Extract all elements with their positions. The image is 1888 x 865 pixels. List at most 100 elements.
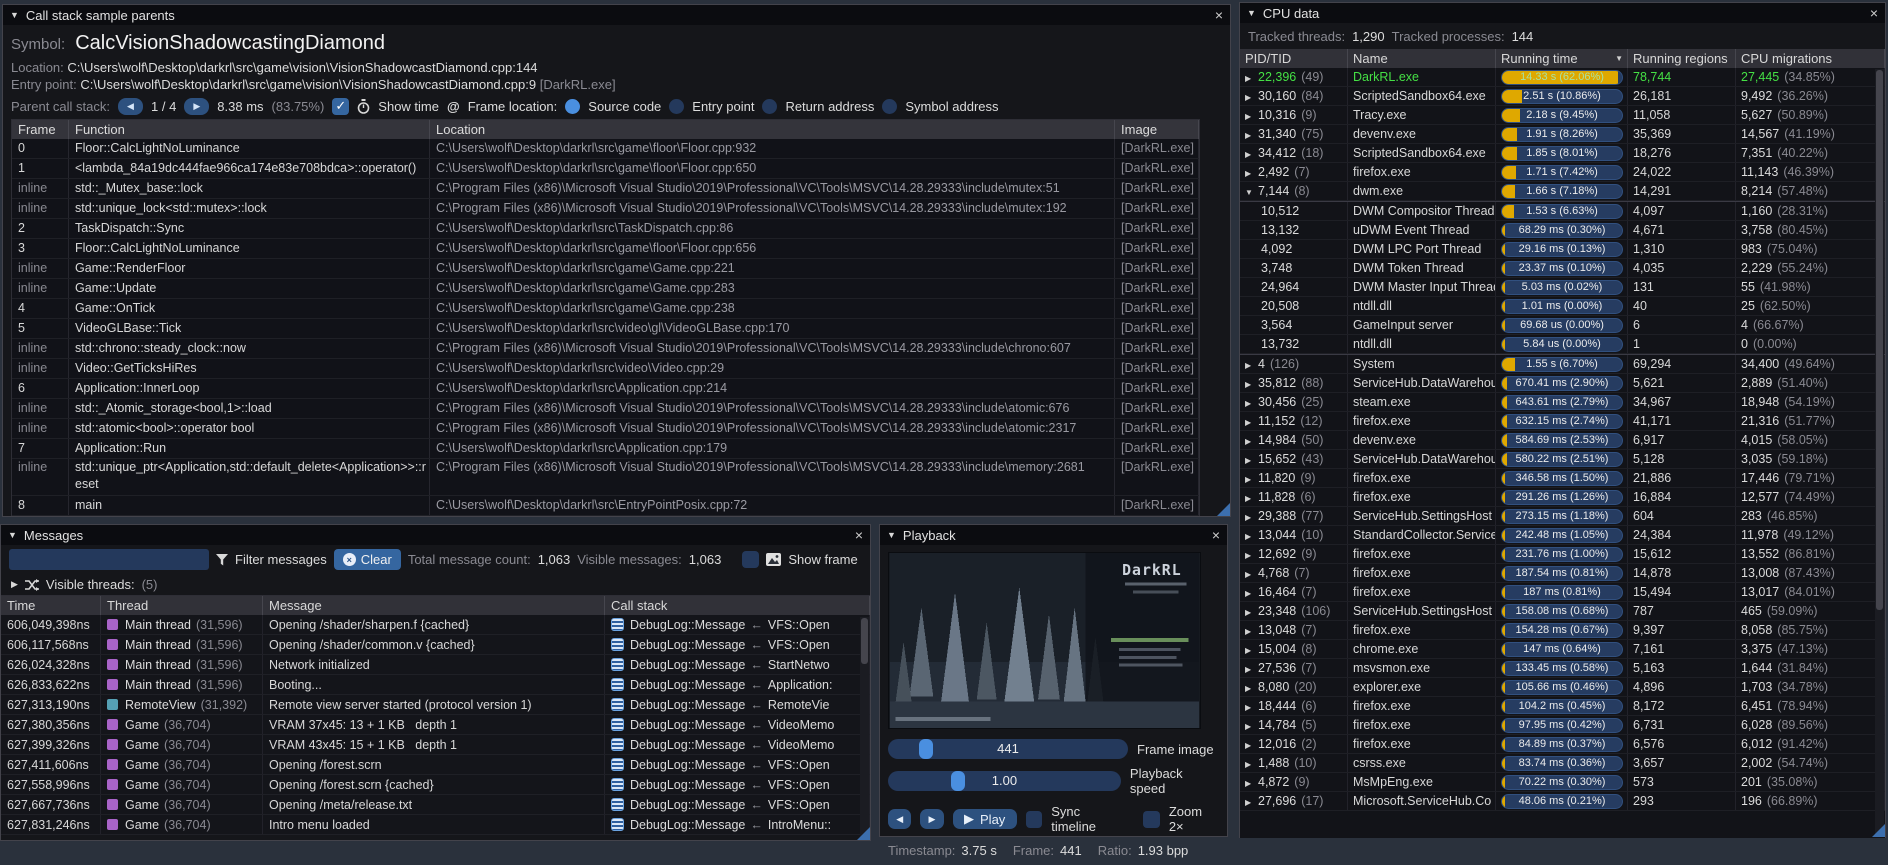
column-header-frame[interactable]: Frame bbox=[12, 120, 69, 139]
expand-icon[interactable]: ▶ bbox=[1245, 126, 1258, 143]
expand-icon[interactable]: ▶ bbox=[1245, 736, 1258, 753]
callstack-row[interactable]: 6Application::InnerLoopC:\Users\wolf\Des… bbox=[12, 379, 1199, 399]
sync-timeline-label[interactable]: Sync timeline bbox=[1051, 804, 1126, 834]
cpu-row[interactable]: 20,508ntdll.dll1.01 ms (0.00%)4025(62.50… bbox=[1240, 297, 1885, 316]
cpu-row[interactable]: 3,564GameInput server69.68 us (0.00%)64(… bbox=[1240, 316, 1885, 335]
radio-symbol-address[interactable] bbox=[882, 99, 897, 114]
resize-grip-icon[interactable] bbox=[1872, 824, 1885, 837]
messages-titlebar[interactable]: ▼ Messages × bbox=[1, 525, 870, 545]
close-icon[interactable]: × bbox=[1215, 8, 1223, 22]
callstack-list-icon[interactable] bbox=[611, 758, 624, 771]
expand-icon[interactable]: ▶ bbox=[1245, 546, 1258, 563]
expand-icon[interactable]: ▶ bbox=[1245, 527, 1258, 544]
cpu-row[interactable]: ▶11,828(6)firefox.exe291.26 ms (1.26%)16… bbox=[1240, 488, 1885, 507]
expand-icon[interactable]: ▶ bbox=[1245, 413, 1258, 430]
cpu-row[interactable]: ▶31,340(75)devenv.exe1.91 s (8.26%)35,36… bbox=[1240, 125, 1885, 144]
messages-scrollbar[interactable] bbox=[860, 617, 869, 839]
zoom-2x-checkbox[interactable] bbox=[1143, 811, 1160, 828]
cpu-row[interactable]: ▶13,048(7)firefox.exe154.28 ms (0.67%)9,… bbox=[1240, 621, 1885, 640]
resize-grip-icon[interactable] bbox=[1217, 503, 1230, 516]
cpu-row[interactable]: ▶2,492(7)firefox.exe1.71 s (7.42%)24,022… bbox=[1240, 163, 1885, 182]
cpu-row[interactable]: ▶8,080(20)explorer.exe105.66 ms (0.46%)4… bbox=[1240, 678, 1885, 697]
cpu-row[interactable]: ▶22,396(49)DarkRL.exe14.33 s (62.06%)78,… bbox=[1240, 68, 1885, 87]
cpu-row[interactable]: ▶12,016(2)firefox.exe84.89 ms (0.37%)6,5… bbox=[1240, 735, 1885, 754]
next-callstack-button[interactable]: ▶ bbox=[184, 98, 209, 115]
expand-icon[interactable]: ▶ bbox=[1245, 470, 1258, 487]
callstack-row[interactable]: 4Game::OnTickC:\Users\wolf\Desktop\darkr… bbox=[12, 299, 1199, 319]
show-time-checkbox[interactable]: ✓ bbox=[332, 98, 349, 115]
close-icon[interactable]: × bbox=[1212, 528, 1220, 542]
cpu-scrollbar-thumb[interactable] bbox=[1876, 70, 1883, 610]
entry-point-value[interactable]: C:\Users\wolf\Desktop\darkrl\src\game\vi… bbox=[80, 77, 536, 92]
cpu-row[interactable]: 24,964DWM Master Input Thread5.03 ms (0.… bbox=[1240, 278, 1885, 297]
callstack-row[interactable]: inlineGame::RenderFloorC:\Users\wolf\Des… bbox=[12, 259, 1199, 279]
message-callstack[interactable]: DebugLog::Message←VFS::Open bbox=[605, 635, 870, 654]
radio-return-address-label[interactable]: Return address bbox=[785, 99, 874, 114]
callstack-row[interactable]: inlineVideo::GetTicksHiResC:\Users\wolf\… bbox=[12, 359, 1199, 379]
column-header-location[interactable]: Location bbox=[430, 120, 1115, 139]
collapse-icon[interactable]: ▼ bbox=[10, 10, 19, 20]
play-button[interactable]: ▶ Play bbox=[953, 809, 1017, 829]
cpu-row[interactable]: 13,732ntdll.dll5.84 us (0.00%)10(0.00%) bbox=[1240, 335, 1885, 354]
expand-icon[interactable]: ▶ bbox=[1245, 717, 1258, 734]
message-callstack[interactable]: DebugLog::Message←VideoMemo bbox=[605, 735, 870, 754]
show-frame-label[interactable]: Show frame bbox=[788, 552, 857, 567]
callstack-list-icon[interactable] bbox=[611, 618, 624, 631]
message-callstack[interactable]: DebugLog::Message←StartNetwo bbox=[605, 655, 870, 674]
clear-button[interactable]: × Clear bbox=[334, 549, 401, 570]
radio-entry-point[interactable] bbox=[669, 99, 684, 114]
location-value[interactable]: C:\Users\wolf\Desktop\darkrl\src\game\vi… bbox=[67, 60, 537, 75]
sync-timeline-checkbox[interactable] bbox=[1026, 811, 1043, 828]
message-row[interactable]: 606,117,568nsMain thread(31,596)Opening … bbox=[1, 635, 870, 655]
radio-return-address[interactable] bbox=[762, 99, 777, 114]
callstack-list-icon[interactable] bbox=[611, 798, 624, 811]
cpu-row[interactable]: ▶11,820(9)firefox.exe346.58 ms (1.50%)21… bbox=[1240, 469, 1885, 488]
callstack-list-icon[interactable] bbox=[611, 738, 624, 751]
expand-icon[interactable]: ▶ bbox=[1245, 69, 1258, 86]
expand-icon[interactable]: ▶ bbox=[1245, 375, 1258, 392]
cpu-row[interactable]: ▶14,984(50)devenv.exe584.69 ms (2.53%)6,… bbox=[1240, 431, 1885, 450]
callstack-list-icon[interactable] bbox=[611, 818, 624, 831]
cpu-row[interactable]: ▶34,412(18)ScriptedSandbox64.exe1.85 s (… bbox=[1240, 144, 1885, 163]
expand-icon[interactable]: ▶ bbox=[1245, 145, 1258, 162]
column-header-cpu-migrations[interactable]: CPU migrations bbox=[1736, 49, 1885, 68]
callstack-row[interactable]: inlinestd::_Mutex_base::lockC:\Program F… bbox=[12, 179, 1199, 199]
cpu-row[interactable]: ▶15,652(43)ServiceHub.DataWarehou580.22 … bbox=[1240, 450, 1885, 469]
message-callstack[interactable]: DebugLog::Message←Application: bbox=[605, 675, 870, 694]
prev-callstack-button[interactable]: ◀ bbox=[118, 98, 143, 115]
cpu-row[interactable]: 10,512DWM Compositor Thread1.53 s (6.63%… bbox=[1240, 202, 1885, 221]
expand-icon[interactable]: ▶ bbox=[1245, 394, 1258, 411]
expand-icon[interactable]: ▶ bbox=[1245, 356, 1258, 373]
callstack-row[interactable]: inlinestd::unique_ptr<Application,std::d… bbox=[12, 459, 1199, 496]
cpu-row[interactable]: ▶10,316(9)Tracy.exe2.18 s (9.45%)11,0585… bbox=[1240, 106, 1885, 125]
cpu-row[interactable]: ▶13,044(10)StandardCollector.Service242.… bbox=[1240, 526, 1885, 545]
message-row[interactable]: 627,411,606nsGame(36,704)Opening /forest… bbox=[1, 755, 870, 775]
cpu-row[interactable]: ▶30,160(84)ScriptedSandbox64.exe2.51 s (… bbox=[1240, 87, 1885, 106]
callstack-row[interactable]: inlinestd::_Atomic_storage<bool,1>::load… bbox=[12, 399, 1199, 419]
callstack-list-icon[interactable] bbox=[611, 658, 624, 671]
callstack-row[interactable]: inlinestd::unique_lock<std::mutex>::lock… bbox=[12, 199, 1199, 219]
message-callstack[interactable]: DebugLog::Message←VFS::Open bbox=[605, 775, 870, 794]
message-callstack[interactable]: DebugLog::Message←VideoMemo bbox=[605, 715, 870, 734]
callstack-list-icon[interactable] bbox=[611, 698, 624, 711]
message-callstack[interactable]: DebugLog::Message←RemoteVie bbox=[605, 695, 870, 714]
expand-icon[interactable]: ▶ bbox=[1245, 88, 1258, 105]
expand-icon[interactable]: ▶ bbox=[1245, 565, 1258, 582]
callstack-list-icon[interactable] bbox=[611, 718, 624, 731]
collapse-icon[interactable]: ▼ bbox=[1247, 8, 1256, 18]
cpu-row[interactable]: 13,132uDWM Event Thread68.29 ms (0.30%)4… bbox=[1240, 221, 1885, 240]
messages-scrollbar-thumb[interactable] bbox=[861, 618, 868, 664]
radio-entry-point-label[interactable]: Entry point bbox=[692, 99, 754, 114]
expand-icon[interactable]: ▶ bbox=[1245, 793, 1258, 810]
cpu-row[interactable]: ▶18,444(6)firefox.exe104.2 ms (0.45%)8,1… bbox=[1240, 697, 1885, 716]
visible-threads-label[interactable]: Visible threads: bbox=[46, 577, 135, 592]
step-forward-button[interactable]: ▶ bbox=[920, 809, 943, 829]
expand-icon[interactable]: ▶ bbox=[11, 579, 18, 590]
message-row[interactable]: 606,049,398nsMain thread(31,596)Opening … bbox=[1, 615, 870, 635]
cpu-row[interactable]: ▶35,812(88)ServiceHub.DataWarehou670.41 … bbox=[1240, 374, 1885, 393]
radio-source-code[interactable] bbox=[565, 99, 580, 114]
message-callstack[interactable]: DebugLog::Message←IntroMenu:: bbox=[605, 815, 870, 834]
resize-grip-icon[interactable] bbox=[857, 827, 870, 840]
expand-icon[interactable]: ▶ bbox=[1245, 107, 1258, 124]
collapse-icon[interactable]: ▼ bbox=[887, 530, 896, 540]
